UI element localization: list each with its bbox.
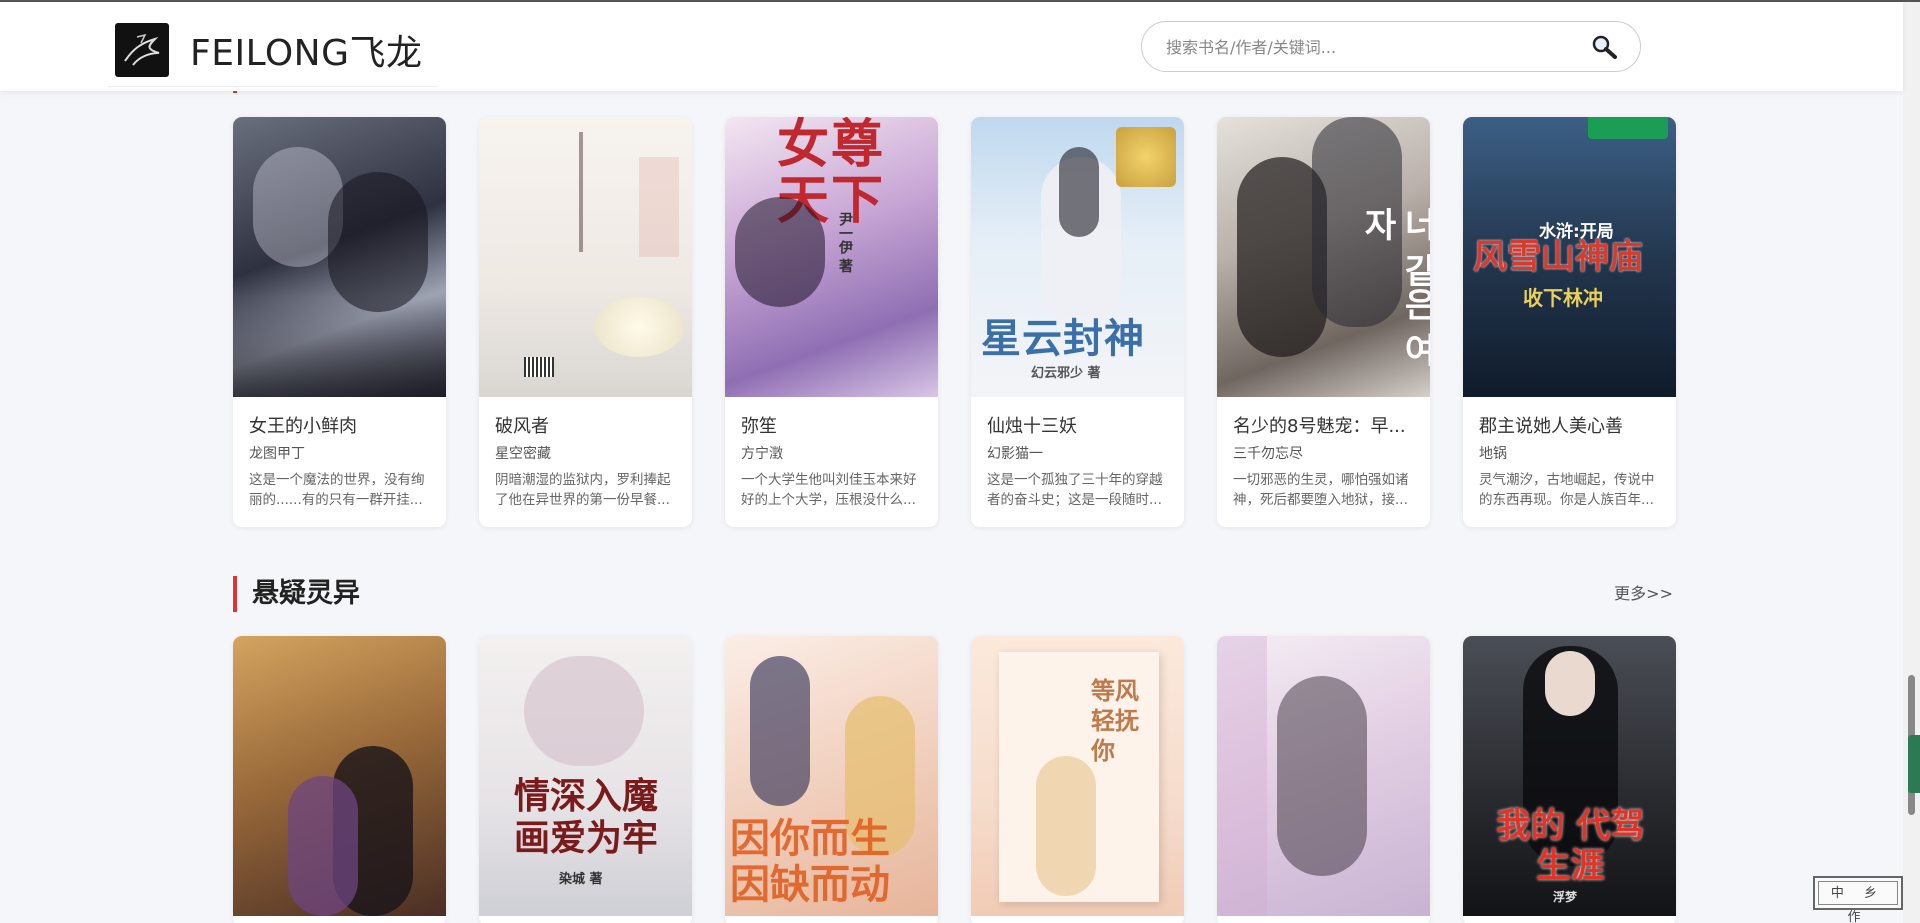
book-author: 地锅 [1479,446,1507,462]
book-author: 龙图甲丁 [249,446,305,462]
search-box [1141,21,1641,72]
book-cover[interactable]: 星云封神 幻云邪少 著 [971,117,1184,397]
book-cover[interactable]: 因你而生 因缺而动 [725,636,938,916]
book-card[interactable]: 女尊天下 尹一伊 著 弥笙 方宁澂 一个大学生他叫刘佳玉本来好好的上个大学，压根… [725,117,938,527]
book-cover[interactable] [233,636,446,916]
book-cover[interactable]: 너 같은 여자 [1217,117,1430,397]
book-cover[interactable]: 情深入魔 画爱为牢 染城 著 [479,636,692,916]
side-tool-tab[interactable] [1908,735,1920,793]
book-title[interactable]: 郡主说她人美心善 [1479,415,1660,439]
book-author: 幻影猫一 [987,446,1043,462]
section-header-suspense: 悬疑灵异 更多>> [233,576,1673,612]
book-cover[interactable]: 女尊天下 尹一伊 著 [725,117,938,397]
section-title: 悬疑灵异 [252,578,360,609]
cover-author: 浮梦 [1553,890,1578,904]
dragon-logo-icon [124,33,160,66]
book-description: 这是一个魔法的世界，没有绚丽的......有的只有一群开挂... [249,472,425,508]
book-description: 阴暗潮湿的监狱内，罗利捧起了他在异世界的第一份早餐... [495,472,671,508]
book-grid-row-1: 女王的小鲜肉 龙图甲丁 这是一个魔法的世界，没有绚丽的......有的只有一群开… [233,117,1676,527]
book-title[interactable]: 仙烛十三妖 [987,415,1168,439]
book-author: 星空密藏 [495,446,551,462]
book-cover[interactable]: 水浒:开局 风雪山神庙 收下林冲 [1463,117,1676,397]
book-author: 方宁澂 [741,446,783,462]
book-description: 一个大学生他叫刘佳玉本来好好的上个大学，压根没什么... [741,472,917,508]
cover-title: 星云封神 [981,316,1145,362]
book-description: 这是一个孤独了三十年的穿越者的奋斗史；这是一段随时... [987,472,1163,508]
book-card[interactable]: 星云封神 幻云邪少 著 仙烛十三妖 幻影猫一 这是一个孤独了三十年的穿越者的奋斗… [971,117,1184,527]
header-divider [108,86,438,87]
cover-title: 情深入魔 画爱为牢 [513,776,658,859]
search-button[interactable] [1588,32,1620,62]
book-card[interactable] [233,636,446,923]
search-icon [1592,35,1617,59]
cover-title: 因你而生 因缺而动 [730,816,890,908]
cover-subtitle: 收下林冲 [1523,286,1603,310]
brand-name[interactable]: FEILONG飞龙 [190,32,423,76]
cover-author: 尹一伊 著 [837,212,853,273]
book-description: 一切邪恶的生灵，哪怕强如诸神，死后都要堕入地狱，接... [1233,472,1409,508]
cover-title: 我的 代驾生涯 [1496,806,1645,886]
search-input[interactable] [1166,34,1566,60]
book-card[interactable]: 女王的小鲜肉 龙图甲丁 这是一个魔法的世界，没有绚丽的......有的只有一群开… [233,117,446,527]
book-cover[interactable] [479,117,692,397]
section-accent-bar [233,576,237,612]
book-card[interactable]: 破风者 星空密藏 阴暗潮湿的监狱内，罗利捧起了他在异世界的第一份早餐... [479,117,692,527]
seal-text: 中 乡 作 [1818,881,1898,923]
book-cover[interactable] [1217,636,1430,916]
book-cover[interactable]: 我的 代驾生涯 浮梦 [1463,636,1676,916]
more-link[interactable]: 更多>> [1614,584,1673,604]
cover-author: 染城 著 [559,872,603,887]
seal-stamp: 中 乡 作 [1813,876,1903,923]
cover-title: 等风 轻抚你 [1091,677,1139,765]
cover-title: 너 같은 여자 [1357,207,1430,367]
book-card[interactable]: 너 같은 여자 名少的8号魅宠：早... 三千勿忘尽 一切邪恶的生灵，哪怕强如诸… [1217,117,1430,527]
window-top-border [0,0,1920,2]
book-title[interactable]: 女王的小鲜肉 [249,415,430,439]
book-cover[interactable] [233,117,446,397]
book-card[interactable]: 水浒:开局 风雪山神庙 收下林冲 郡主说她人美心善 地锅 灵气潮汐，古地崛起，传… [1463,117,1676,527]
cover-author: 幻云邪少 著 [1031,366,1101,381]
book-author: 三千勿忘尽 [1233,446,1303,462]
book-grid-row-2: 情深入魔 画爱为牢 染城 著 因你而生 因缺而动 等风 轻抚你 我的 代驾生涯 … [233,636,1676,923]
site-header: FEILONG飞龙 [0,0,1903,91]
book-title[interactable]: 名少的8号魅宠：早... [1233,415,1414,439]
book-title[interactable]: 破风者 [495,415,676,439]
book-card[interactable]: 情深入魔 画爱为牢 染城 著 [479,636,692,923]
cover-title: 风雪山神庙 [1473,237,1643,277]
book-title[interactable]: 弥笙 [741,415,922,439]
book-cover[interactable]: 等风 轻抚你 [971,636,1184,916]
book-card[interactable]: 等风 轻抚你 [971,636,1184,923]
book-description: 灵气潮汐，古地崛起，传说中的东西再现。你是人族百年... [1479,472,1655,508]
book-card[interactable]: 我的 代驾生涯 浮梦 [1463,636,1676,923]
book-card[interactable]: 因你而生 因缺而动 [725,636,938,923]
brand-logo[interactable] [115,23,169,77]
book-card[interactable] [1217,636,1430,923]
